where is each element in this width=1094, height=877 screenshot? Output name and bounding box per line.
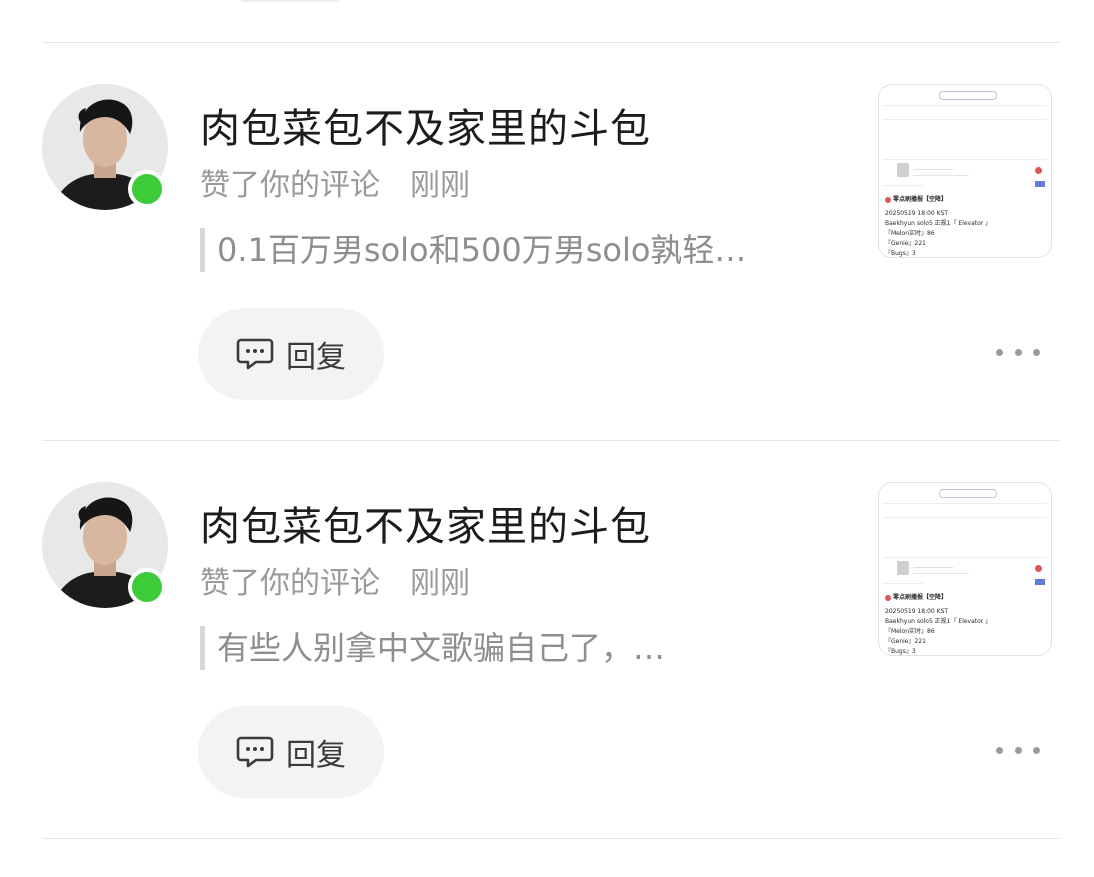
- reply-label: 回复: [286, 738, 346, 773]
- thumbnail-line: 『Bugs』3: [885, 250, 916, 257]
- thumbnail-line: Baekhyun solo5 正规1『 Elevator 』: [885, 220, 992, 227]
- post-thumbnail[interactable]: 零点刷播报【空降】 20250519 18:00 KST Baekhyun so…: [878, 482, 1052, 656]
- reply-button[interactable]: 回复: [198, 308, 384, 400]
- action-text: 赞了你的评论: [200, 566, 380, 601]
- thumbnail-line: 『Melon实时』86: [885, 230, 935, 237]
- reply-button[interactable]: 回复: [198, 706, 384, 798]
- online-status-dot: [128, 568, 166, 606]
- thumbnail-line: 『Bugs』3: [885, 648, 916, 655]
- thumbnail-line: 零点刷播报【空降】: [893, 196, 948, 203]
- thumbnail-line: Baekhyun solo5 正规1『 Elevator 』: [885, 618, 992, 625]
- thumbnail-line: 零点刷播报【空降】: [893, 594, 948, 601]
- notification-item[interactable]: 肉包菜包不及家里的斗包 赞了你的评论刚刚 有些人别拿中文歌骗自己了，… 回复: [0, 440, 1094, 838]
- thumbnail-line: 20250519 18:00 KST: [885, 210, 949, 217]
- thumbnail-line: 『Melon实时』86: [885, 628, 935, 635]
- notification-item[interactable]: 肉包菜包不及家里的斗包 赞了你的评论 刚刚 0.1百万男solo和500万男sol…: [0, 42, 1094, 440]
- comment-bubble-icon: [236, 338, 274, 370]
- notification-meta: 赞了你的评论 刚刚: [200, 160, 470, 204]
- previous-item-stub: [240, 0, 340, 2]
- quoted-comment[interactable]: 0.1百万男solo和500万男solo孰轻…: [200, 228, 840, 272]
- notification-meta: 赞了你的评论 刚刚: [200, 558, 470, 602]
- online-status-dot: [128, 170, 166, 208]
- username[interactable]: 肉包菜包不及家里的斗包: [200, 96, 651, 154]
- divider: [42, 838, 1060, 839]
- action-text: 赞了你的评论: [200, 168, 380, 203]
- notification-page: 肉包菜包不及家里的斗包 赞了你的评论 刚刚 0.1百万男solo和500万男sol…: [0, 0, 1094, 877]
- timestamp: 刚刚: [410, 566, 470, 601]
- post-thumbnail[interactable]: 零点刷播报【空降】 20250519 18:00 KST Baekhyun so…: [878, 84, 1052, 258]
- username[interactable]: 肉包菜包不及家里的斗包: [200, 494, 651, 552]
- more-dots-icon[interactable]: [996, 340, 1040, 364]
- thumbnail-line: 『Genie』221: [885, 240, 926, 247]
- thumbnail-line: 20250519 18:00 KST: [885, 608, 949, 615]
- thumbnail-line: 『Genie』221: [885, 638, 926, 645]
- more-dots-icon[interactable]: [996, 738, 1040, 762]
- timestamp: 刚刚: [410, 168, 470, 203]
- quoted-comment[interactable]: 有些人别拿中文歌骗自己了，…: [200, 626, 840, 670]
- reply-label: 回复: [286, 340, 346, 375]
- comment-bubble-icon: [236, 736, 274, 768]
